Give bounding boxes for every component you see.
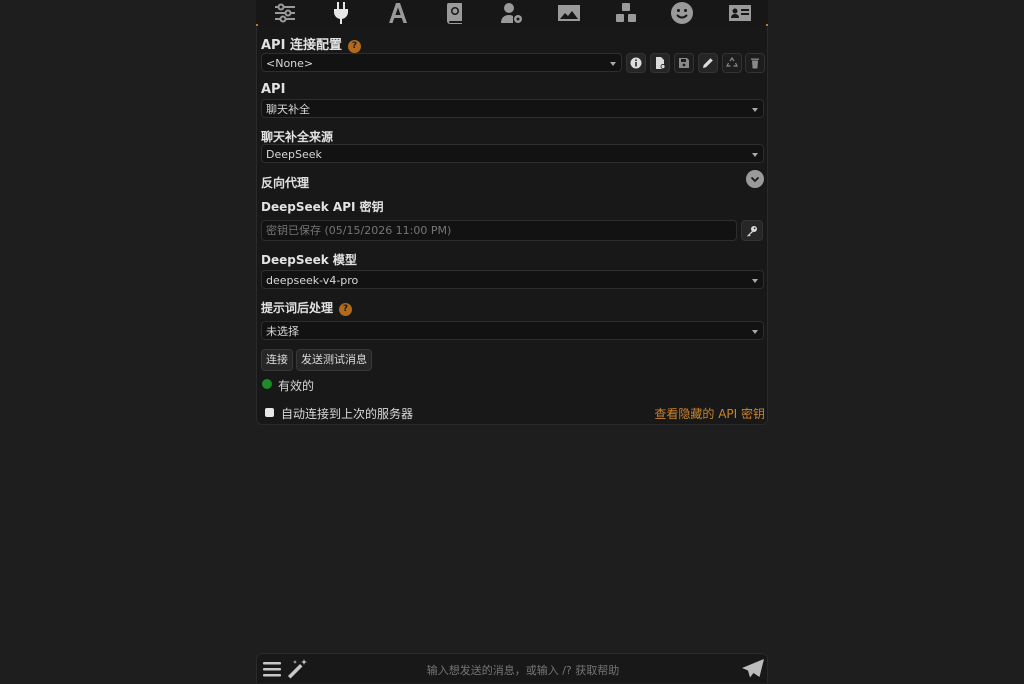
status-indicator (262, 379, 272, 389)
book-icon[interactable] (441, 1, 469, 25)
top-nav-bar (256, 0, 768, 28)
api-profile-label: API 连接配置 (261, 38, 342, 53)
chat-source-select[interactable]: DeepSeek (261, 144, 764, 163)
model-label: DeepSeek 模型 (261, 253, 357, 267)
model-select[interactable]: deepseek-v4-pro (261, 270, 764, 289)
chevron-down-icon (610, 62, 616, 66)
rename-button[interactable] (698, 53, 718, 73)
api-connections-panel: API 连接配置? <None> API 聊天补全 聊天补全来源 DeepSee… (256, 27, 768, 425)
prompt-postprocess-label: 提示词后处理 (261, 301, 334, 315)
chevron-down-icon (750, 176, 760, 183)
api-key-label: DeepSeek API 密钥 (261, 200, 384, 214)
cubes-icon[interactable] (612, 1, 640, 25)
chat-source-value: DeepSeek (266, 148, 322, 161)
info-button[interactable] (626, 53, 646, 73)
save-icon (679, 58, 689, 68)
font-icon[interactable] (384, 1, 412, 25)
chat-input-bar (256, 653, 768, 683)
prompt-postprocess-select[interactable]: 未选择 (261, 321, 764, 340)
status-text: 有效的 (278, 379, 315, 393)
menu-icon[interactable] (261, 658, 283, 680)
prompt-postprocess-value: 未选择 (266, 325, 299, 338)
auto-connect-label: 自动连接到上次的服务器 (281, 407, 414, 421)
file-import-icon (656, 57, 666, 69)
help-icon[interactable]: ? (347, 40, 361, 53)
plug-icon[interactable] (327, 1, 355, 25)
send-test-message-button[interactable]: 发送测试消息 (296, 349, 372, 371)
api-label: API (261, 82, 286, 97)
chat-message-input[interactable] (317, 658, 729, 682)
help-icon[interactable]: ? (339, 303, 353, 316)
pencil-icon (703, 58, 713, 68)
import-file-button[interactable] (650, 53, 670, 73)
model-value: deepseek-v4-pro (266, 274, 359, 287)
recycle-icon (726, 57, 738, 67)
chevron-down-icon (752, 153, 758, 157)
prompt-postprocess-heading: 提示词后处理? (261, 299, 353, 316)
save-button[interactable] (674, 53, 694, 73)
api-profile-value: <None> (266, 57, 314, 70)
chevron-down-icon (752, 279, 758, 283)
user-gear-icon[interactable] (498, 1, 526, 25)
chat-source-label: 聊天补全来源 (261, 130, 334, 144)
api-select[interactable]: 聊天补全 (261, 99, 764, 118)
api-key-input[interactable] (261, 220, 737, 241)
key-icon (747, 225, 757, 237)
expand-proxy-button[interactable] (746, 170, 764, 188)
id-card-icon[interactable] (726, 1, 754, 25)
sliders-icon[interactable] (271, 1, 299, 25)
auto-connect-checkbox[interactable] (265, 408, 274, 417)
api-profile-heading: API 连接配置? (261, 34, 361, 53)
connect-button[interactable]: 连接 (261, 349, 293, 371)
send-icon[interactable] (741, 658, 765, 680)
api-value: 聊天补全 (266, 103, 310, 116)
view-hidden-keys-link[interactable]: 查看隐藏的 API 密钥 (654, 405, 765, 422)
trash-icon (751, 58, 759, 69)
delete-button[interactable] (745, 53, 765, 73)
magic-wand-icon[interactable] (285, 657, 309, 681)
chevron-down-icon (752, 330, 758, 334)
recycle-button[interactable] (722, 53, 742, 73)
info-icon (630, 57, 642, 69)
chevron-down-icon (752, 108, 758, 112)
image-icon[interactable] (555, 1, 583, 25)
key-button[interactable] (741, 220, 763, 241)
reverse-proxy-label: 反向代理 (261, 176, 310, 190)
api-profile-select[interactable]: <None> (261, 53, 622, 72)
smile-icon[interactable] (668, 1, 696, 25)
